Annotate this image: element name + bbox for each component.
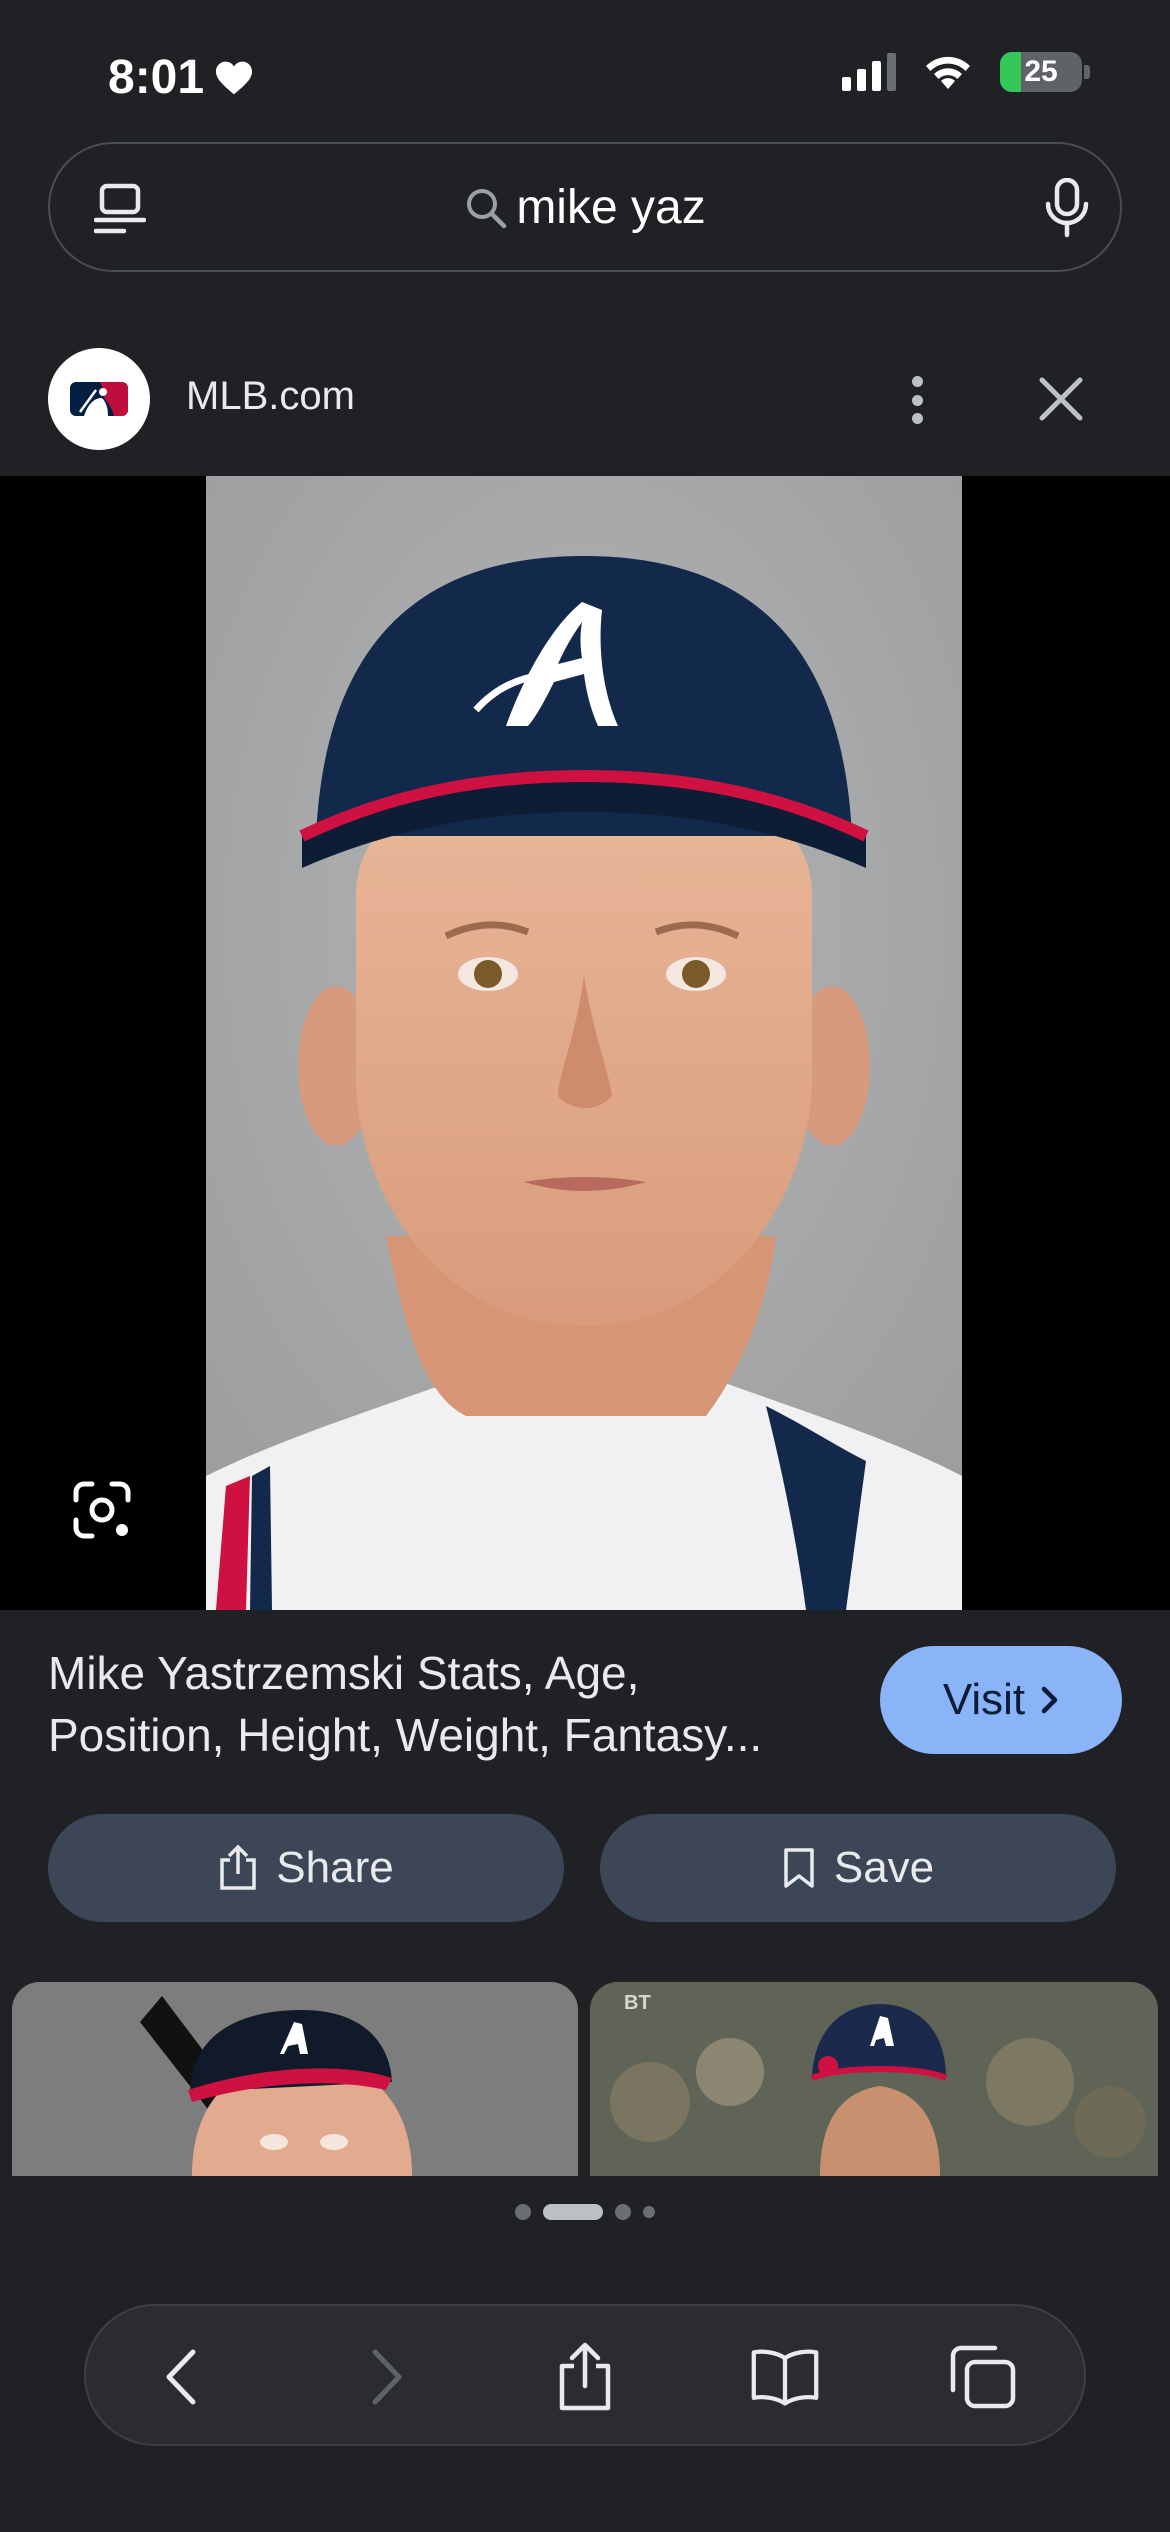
player-portrait-image bbox=[206, 476, 962, 1610]
tabs-button[interactable] bbox=[948, 2342, 1018, 2412]
player-photo[interactable] bbox=[206, 476, 962, 1610]
bookmarks-icon bbox=[751, 2349, 819, 2406]
share-page-button[interactable] bbox=[550, 2342, 620, 2412]
related-image-1[interactable] bbox=[12, 1982, 578, 2176]
status-time: 8:01 bbox=[108, 50, 254, 105]
lens-search-icon[interactable] bbox=[70, 1478, 134, 1542]
source-name[interactable]: MLB.com bbox=[186, 374, 355, 419]
search-icon bbox=[467, 188, 507, 228]
battery-percent: 25 bbox=[1024, 55, 1058, 88]
share-icon bbox=[220, 1844, 257, 1890]
page-dot-active bbox=[543, 2204, 603, 2220]
source-header: MLB.com bbox=[0, 330, 1170, 460]
close-icon[interactable] bbox=[1036, 374, 1086, 424]
save-button[interactable]: Save bbox=[600, 1814, 1116, 1922]
forward-button[interactable] bbox=[352, 2342, 422, 2412]
visit-button[interactable]: Visit bbox=[880, 1646, 1122, 1754]
clock-text: 8:01 bbox=[108, 51, 205, 104]
bookmarks-button[interactable] bbox=[750, 2342, 820, 2412]
page-dot bbox=[515, 2204, 531, 2220]
page-indicator bbox=[0, 2204, 1170, 2220]
search-bar[interactable]: mike yaz bbox=[48, 142, 1122, 272]
save-label: Save bbox=[833, 1843, 935, 1892]
search-query-text: mike yaz bbox=[516, 181, 706, 234]
result-title-line-1: Mike Yastrzemski Stats, Age, bbox=[48, 1647, 640, 1699]
search-query[interactable]: mike yaz bbox=[50, 180, 1120, 235]
image-viewer[interactable] bbox=[0, 476, 1170, 1610]
chevron-right-icon bbox=[1041, 1686, 1058, 1714]
page-dot bbox=[643, 2206, 655, 2218]
thumbnail-corner-text: BT bbox=[624, 1992, 651, 2014]
status-icons: 25 bbox=[842, 52, 1090, 92]
wifi-icon bbox=[926, 56, 970, 89]
cellular-signal-icon bbox=[842, 53, 896, 91]
related-player-image-2 bbox=[590, 1982, 1158, 2176]
forward-icon bbox=[372, 2349, 402, 2405]
related-image-2[interactable]: BT bbox=[590, 1982, 1158, 2176]
heart-icon bbox=[216, 61, 253, 94]
status-bar: 8:01 25 bbox=[0, 0, 1170, 140]
mlb-logo[interactable] bbox=[48, 348, 150, 450]
back-button[interactable] bbox=[146, 2342, 216, 2412]
battery-indicator: 25 bbox=[1000, 52, 1090, 92]
tabs-icon bbox=[950, 2345, 1016, 2409]
back-icon bbox=[166, 2349, 196, 2405]
related-player-image-1 bbox=[12, 1982, 578, 2176]
share-label: Share bbox=[276, 1843, 394, 1892]
battery-icon: 25 bbox=[1000, 52, 1082, 92]
mlb-logo-icon bbox=[70, 382, 128, 416]
result-title-line-2: Position, Height, Weight, Fantasy... bbox=[48, 1709, 763, 1761]
browser-toolbar bbox=[84, 2304, 1086, 2446]
more-options-icon[interactable] bbox=[892, 370, 942, 430]
share-icon bbox=[559, 2342, 611, 2411]
page-dot bbox=[615, 2204, 631, 2220]
share-button[interactable]: Share bbox=[48, 1814, 564, 1922]
result-title[interactable]: Mike Yastrzemski Stats, Age, Position, H… bbox=[48, 1642, 848, 1766]
bookmark-icon bbox=[784, 1848, 814, 1888]
visit-label: Visit bbox=[942, 1675, 1026, 1724]
microphone-icon[interactable] bbox=[1044, 178, 1090, 238]
